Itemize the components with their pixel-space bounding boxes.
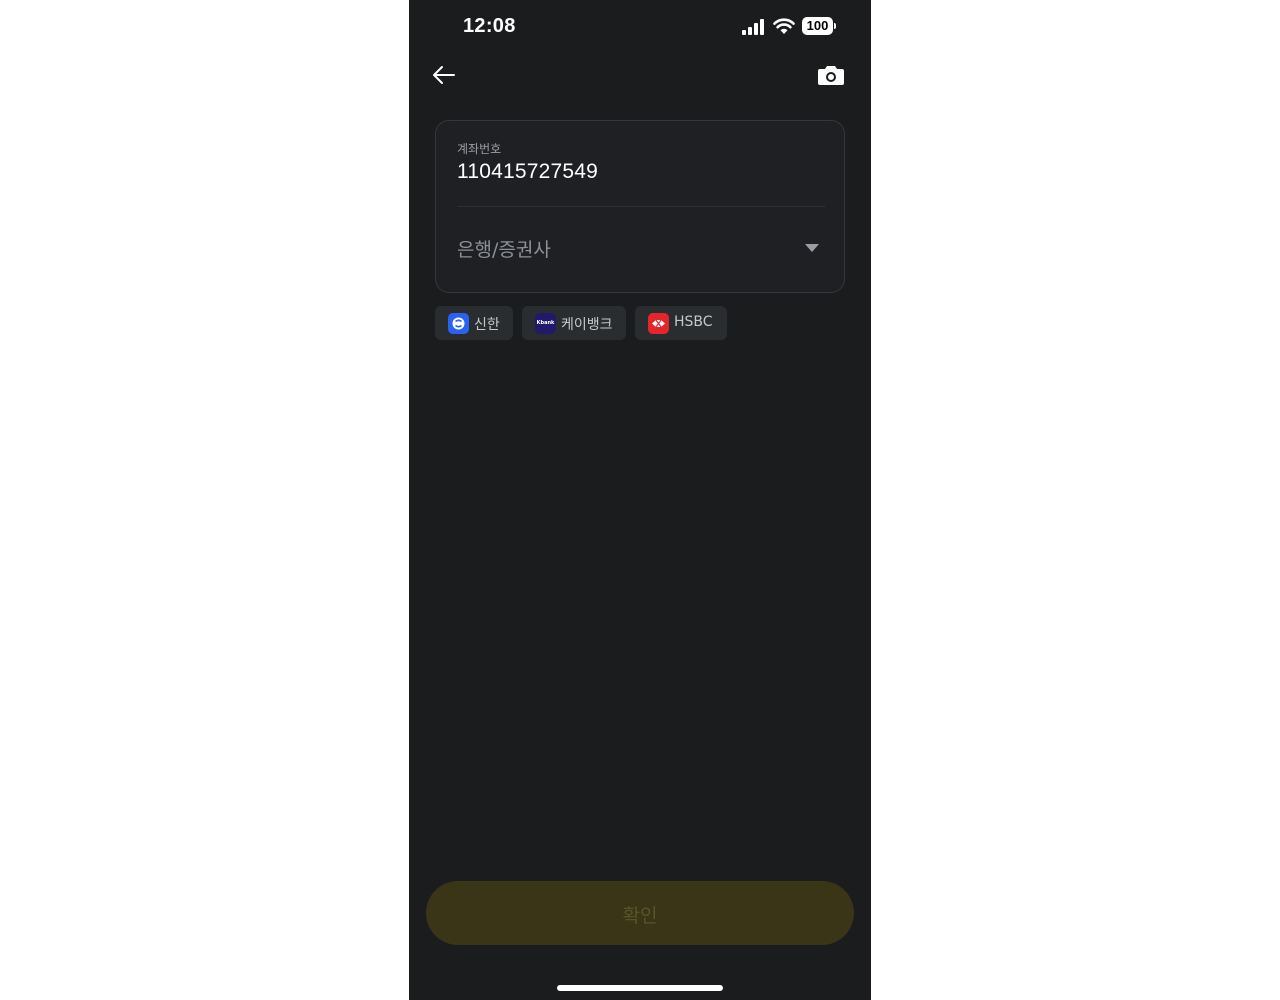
- signal-icon: [742, 19, 764, 35]
- battery-level: 100: [802, 17, 833, 35]
- quick-bank-label: 신한: [474, 317, 500, 333]
- kbank-logo-text: Kbank: [536, 320, 555, 326]
- app-screen: 12:08 100 계좌번호 110415727549 은행/증권사 신한 Kb…: [409, 0, 871, 1000]
- bank-select-dropdown[interactable]: 은행/증권사: [436, 207, 844, 292]
- camera-icon[interactable]: [817, 62, 845, 88]
- status-bar: 12:08 100: [409, 0, 871, 54]
- account-number-label: 계좌번호: [457, 142, 502, 156]
- shinhan-logo-icon: [448, 313, 469, 334]
- account-number-input[interactable]: 110415727549: [457, 160, 598, 184]
- quick-bank-label: 케이뱅크: [561, 317, 613, 333]
- home-indicator: [557, 985, 723, 991]
- bank-select-placeholder: 은행/증권사: [457, 239, 551, 261]
- back-arrow-icon[interactable]: [429, 60, 459, 90]
- confirm-button-label: 확인: [622, 905, 658, 927]
- wifi-icon: [773, 18, 795, 34]
- kbank-logo-icon: Kbank: [535, 313, 556, 334]
- hsbc-logo-icon: [648, 313, 669, 334]
- chevron-down-icon: [805, 244, 819, 252]
- confirm-button[interactable]: 확인: [426, 881, 854, 945]
- quick-bank-kbank[interactable]: Kbank 케이뱅크: [522, 306, 626, 340]
- quick-bank-label: HSBC: [674, 314, 713, 330]
- status-time: 12:08: [463, 15, 516, 37]
- quick-bank-shinhan[interactable]: 신한: [435, 306, 513, 340]
- quick-bank-hsbc[interactable]: HSBC: [635, 306, 727, 340]
- account-form-card: 계좌번호 110415727549 은행/증권사: [435, 120, 845, 293]
- battery-icon: 100: [802, 17, 836, 37]
